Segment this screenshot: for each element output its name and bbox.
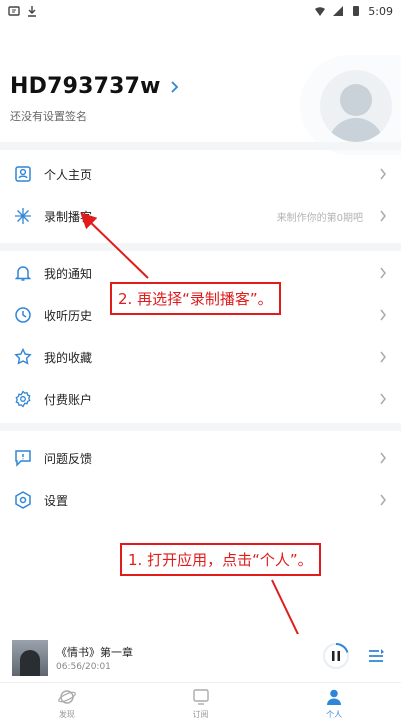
menu-group-tertiary: 问题反馈 设置 <box>0 437 401 521</box>
status-bar: 5:09 <box>0 0 401 22</box>
clock-icon <box>15 307 31 323</box>
section-divider <box>0 142 401 150</box>
username[interactable]: HD793737w <box>10 74 161 99</box>
album-cover[interactable] <box>12 640 48 676</box>
menu-item-feedback[interactable]: 问题反馈 <box>0 437 401 479</box>
menu-label: 录制播客 <box>44 209 93 224</box>
annotation-step1: 1. 打开应用，点击“个人”。 <box>120 543 321 576</box>
tab-profile[interactable]: 个人 <box>267 683 401 720</box>
chevron-right-icon <box>380 267 386 279</box>
bell-icon <box>14 266 32 281</box>
tab-label: 订阅 <box>192 710 209 719</box>
section-divider <box>0 423 401 431</box>
gear-badge-icon <box>15 390 31 408</box>
menu-label: 设置 <box>44 493 69 508</box>
sparkle-icon <box>15 208 31 224</box>
menu-hint: 来制作你的第0期吧 <box>276 212 363 224</box>
tab-discover[interactable]: 发现 <box>0 683 134 720</box>
menu-item-favorites[interactable]: 我的收藏 <box>0 336 401 378</box>
download-icon <box>28 6 36 17</box>
user-card-icon <box>15 166 31 182</box>
avatar[interactable] <box>320 70 392 142</box>
tab-subscribe[interactable]: 订阅 <box>134 683 268 720</box>
signal-icon <box>333 6 344 16</box>
cover-figure <box>20 650 40 676</box>
tv-icon <box>192 689 209 705</box>
menu-label: 我的收藏 <box>44 350 93 365</box>
tab-label: 个人 <box>326 710 343 719</box>
menu-label: 收听历史 <box>44 308 93 323</box>
battery-icon <box>353 6 360 16</box>
chevron-right-icon <box>380 393 386 405</box>
avatar-head <box>340 84 372 116</box>
star-icon <box>14 348 32 365</box>
status-time: 5:09 <box>368 4 393 18</box>
chevron-right-icon <box>380 452 386 464</box>
chevron-right-icon[interactable] <box>169 80 179 93</box>
wifi-icon <box>315 7 326 16</box>
tab-label: 发现 <box>58 710 75 719</box>
annotation-step2: 2. 再选择“录制播客”。 <box>110 282 281 315</box>
menu-label: 我的通知 <box>44 266 93 281</box>
planet-icon <box>57 690 76 704</box>
track-time: 06:56/20:01 <box>56 662 111 672</box>
section-divider <box>0 243 401 251</box>
pause-icon[interactable] <box>322 642 350 670</box>
menu-group-primary: 个人主页 录制播客 来制作你的第0期吧 <box>0 153 401 237</box>
status-left <box>8 5 38 17</box>
menu-item-paid-account[interactable]: 付费账户 <box>0 378 401 420</box>
chevron-right-icon <box>380 309 386 321</box>
menu-item-record-podcast[interactable]: 录制播客 来制作你的第0期吧 <box>0 195 401 237</box>
settings-icon <box>15 491 31 509</box>
feedback-icon <box>15 450 31 467</box>
person-icon <box>327 689 342 705</box>
notification-icon <box>8 6 20 16</box>
chevron-right-icon <box>380 168 386 180</box>
menu-item-homepage[interactable]: 个人主页 <box>0 153 401 195</box>
menu-item-settings[interactable]: 设置 <box>0 479 401 521</box>
bottom-tab-bar: 发现 订阅 个人 <box>0 682 401 720</box>
signature-text[interactable]: 还没有设置签名 <box>10 108 87 124</box>
avatar-body <box>328 118 384 142</box>
chevron-right-icon <box>380 210 386 222</box>
menu-group-secondary: 我的通知 收听历史 我的收藏 付费账户 <box>0 252 401 420</box>
playlist-icon[interactable] <box>366 646 386 666</box>
menu-label: 付费账户 <box>44 392 93 407</box>
chevron-right-icon <box>380 494 386 506</box>
status-right: 5:09 <box>314 5 393 18</box>
menu-label: 个人主页 <box>44 167 93 182</box>
profile-header: HD793737w 还没有设置签名 <box>0 22 401 155</box>
username-row[interactable]: HD793737w <box>10 74 179 99</box>
track-title[interactable]: 《情书》第一章 <box>56 644 133 660</box>
menu-label: 问题反馈 <box>44 451 93 466</box>
chevron-right-icon <box>380 351 386 363</box>
